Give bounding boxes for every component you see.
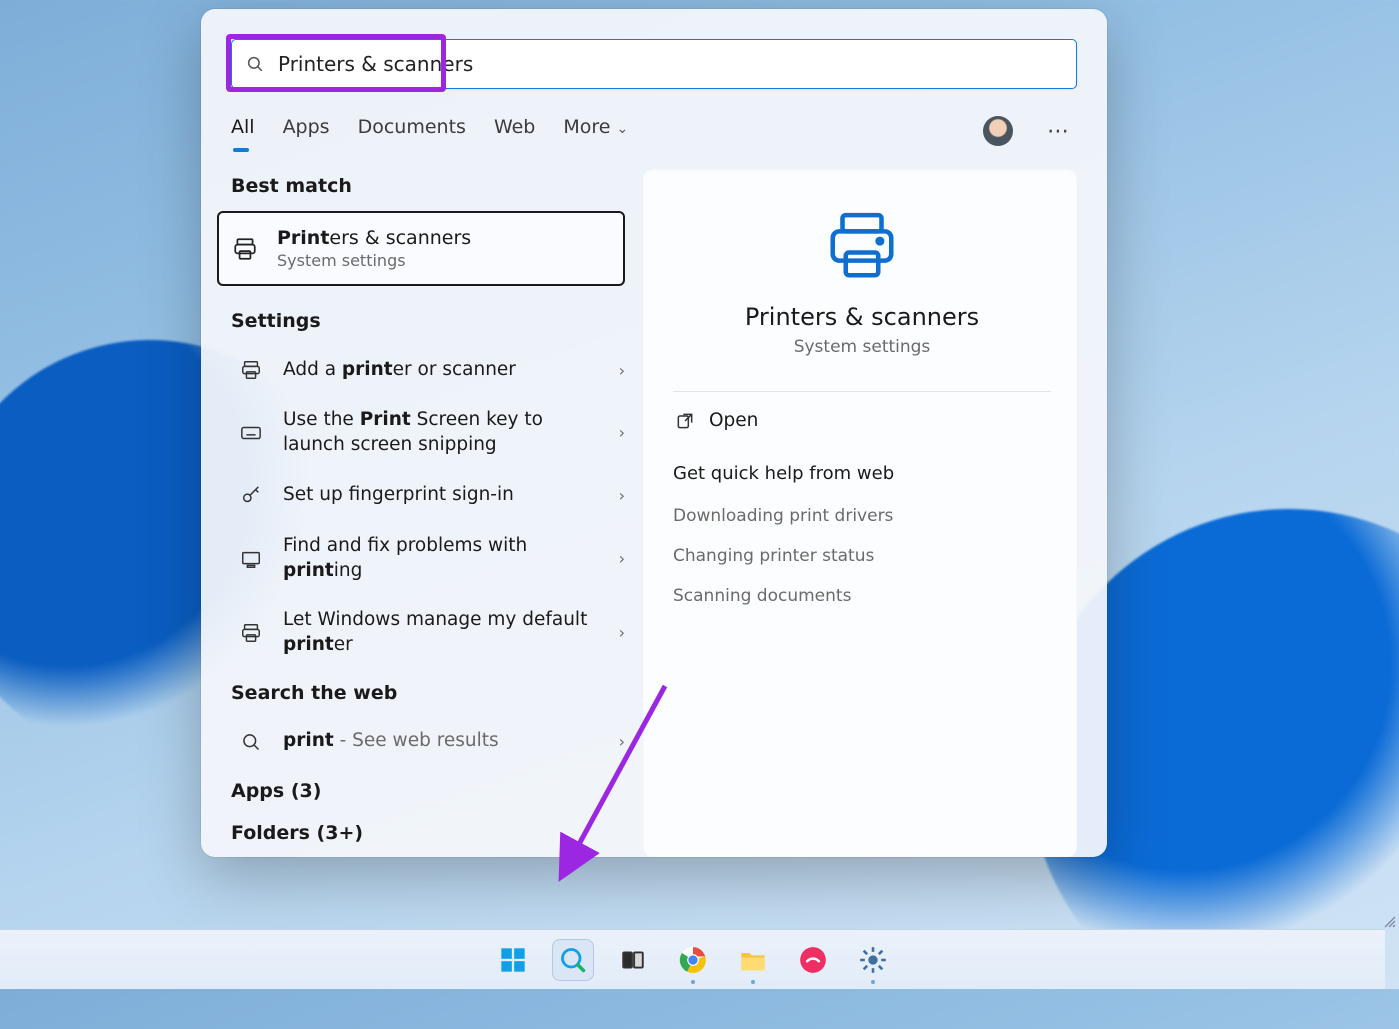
chevron-right-icon: › (619, 361, 625, 380)
group-folders[interactable]: Folders (3+) (231, 822, 631, 844)
group-settings: Settings (231, 310, 631, 332)
tab-web[interactable]: Web (494, 116, 535, 146)
tab-documents[interactable]: Documents (358, 116, 466, 146)
search-filter-tabs: All Apps Documents Web More ⌄ ⋯ (231, 111, 1077, 151)
results-left-column: Best match Printers & scanners System se… (231, 169, 631, 857)
settings-item-troubleshoot-printing[interactable]: Find and fix problems with printing › (231, 524, 631, 594)
taskbar-search-button[interactable] (552, 939, 594, 981)
printer-icon (823, 207, 901, 285)
search-input[interactable] (278, 40, 1076, 88)
open-button[interactable]: Open (673, 398, 1051, 443)
settings-item-add-printer[interactable]: Add a printer or scanner › (231, 346, 631, 394)
settings-item-fingerprint[interactable]: Set up fingerprint sign-in › (231, 472, 631, 520)
key-icon (237, 482, 265, 510)
search-icon (237, 728, 265, 756)
keyboard-icon (237, 419, 265, 447)
more-options-button[interactable]: ⋯ (1041, 115, 1077, 148)
chevron-right-icon: › (619, 623, 625, 642)
printer-icon (231, 235, 259, 263)
chevron-right-icon: › (619, 549, 625, 568)
taskbar (0, 929, 1385, 989)
web-result-print[interactable]: print - See web results › (231, 718, 631, 766)
taskbar-app-file-explorer[interactable] (732, 939, 774, 981)
best-match-result[interactable]: Printers & scanners System settings (217, 211, 625, 286)
best-match-subtitle: System settings (277, 251, 471, 270)
settings-item-printscreen[interactable]: Use the Print Screen key to launch scree… (231, 398, 631, 468)
search-icon (246, 55, 264, 73)
group-best-match: Best match (231, 175, 631, 197)
start-search-flyout: All Apps Documents Web More ⌄ ⋯ Best mat… (201, 9, 1107, 857)
search-box[interactable] (231, 39, 1077, 89)
chevron-right-icon: › (619, 732, 625, 751)
settings-item-default-printer[interactable]: Let Windows manage my default printer › (231, 598, 631, 668)
open-external-icon (675, 411, 695, 431)
result-detail-pane: Printers & scanners System settings Open… (643, 169, 1077, 857)
group-search-web: Search the web (231, 682, 631, 704)
chevron-down-icon: ⌄ (617, 121, 629, 137)
printer-icon (237, 356, 265, 384)
troubleshoot-icon (237, 545, 265, 573)
help-heading: Get quick help from web (673, 463, 1051, 484)
help-link-download-drivers[interactable]: Downloading print drivers (673, 496, 1051, 536)
detail-title: Printers & scanners (745, 303, 979, 331)
chevron-right-icon: › (619, 486, 625, 505)
help-link-change-status[interactable]: Changing printer status (673, 536, 1051, 576)
resize-grip[interactable] (1383, 915, 1397, 929)
printer-icon (237, 619, 265, 647)
task-view-button[interactable] (612, 939, 654, 981)
group-apps[interactable]: Apps (3) (231, 780, 631, 802)
tab-all[interactable]: All (231, 116, 255, 146)
help-link-scan-docs[interactable]: Scanning documents (673, 576, 1051, 616)
best-match-title: Printers & scanners (277, 227, 471, 249)
tab-more[interactable]: More ⌄ (563, 116, 628, 146)
taskbar-app-settings[interactable] (852, 939, 894, 981)
open-label: Open (709, 410, 758, 431)
taskbar-app-pink[interactable] (792, 939, 834, 981)
detail-subtitle: System settings (794, 337, 931, 357)
tab-apps[interactable]: Apps (283, 116, 330, 146)
start-button[interactable] (492, 939, 534, 981)
taskbar-app-chrome[interactable] (672, 939, 714, 981)
divider (673, 391, 1051, 392)
chevron-right-icon: › (619, 423, 625, 442)
user-avatar[interactable] (983, 116, 1013, 146)
